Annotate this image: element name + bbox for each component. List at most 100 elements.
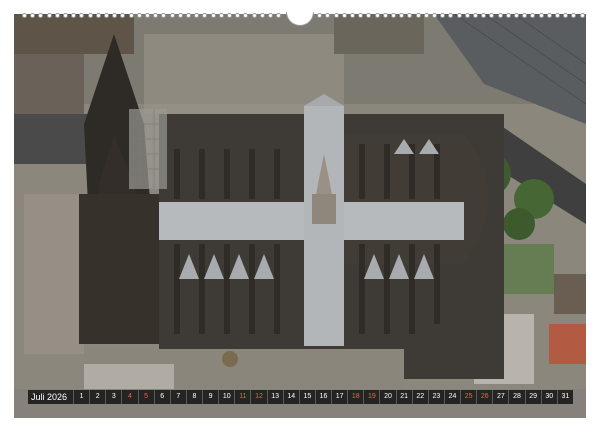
spiral-hole: [489, 13, 495, 18]
spiral-hole: [391, 13, 396, 18]
spiral-hole: [218, 13, 224, 18]
day-strip: 1 2 3 4 5 6 7 8 9 10 11 12 13 14 15 16 17 18 19 20 21 22 23 24 2…: [73, 390, 573, 404]
spiral-hole: [514, 13, 519, 18]
spiral-hole: [194, 13, 200, 18]
spiral-hole: [169, 13, 175, 18]
spiral-hole: [374, 13, 380, 18]
spiral-hole: [333, 13, 339, 18]
cathedral-aerial-image: [14, 14, 586, 418]
day-cell: 3: [105, 390, 121, 404]
spiral-hole: [571, 13, 577, 18]
spiral-hole: [440, 13, 446, 18]
spiral-hole: [251, 13, 257, 18]
spiral-hole: [22, 13, 27, 18]
day-cell: 8: [185, 390, 202, 404]
day-cell: 25: [460, 390, 476, 404]
spiral-hole: [382, 13, 388, 18]
spiral-hole: [202, 13, 208, 18]
spiral-hole: [432, 13, 437, 18]
day-cell: 4: [121, 390, 137, 404]
spiral-hole: [407, 13, 413, 18]
spiral-hole: [136, 13, 142, 18]
spiral-hole: [186, 13, 191, 18]
spiral-hole: [120, 13, 126, 18]
day-cell: 16: [314, 390, 331, 404]
spiral-hole: [415, 13, 421, 18]
spiral-hole: [448, 13, 454, 18]
spiral-hole: [325, 13, 331, 18]
spiral-hole: [546, 13, 552, 18]
spiral-hole: [341, 13, 347, 18]
spiral-hole: [317, 13, 323, 18]
spiral-hole: [104, 13, 109, 18]
day-cell: 21: [395, 390, 412, 404]
day-cell: 27: [492, 390, 508, 404]
day-cell: 1: [73, 390, 89, 404]
spiral-hole: [497, 13, 503, 18]
day-cell: 7: [169, 390, 186, 404]
day-cell: 24: [443, 390, 460, 404]
spiral-hole: [38, 13, 44, 18]
day-cell: 17: [331, 390, 347, 404]
spiral-hole: [563, 13, 569, 18]
day-cell: 23: [427, 390, 444, 404]
spiral-hole: [366, 13, 372, 18]
day-cell: 28: [508, 390, 524, 404]
day-cell: 9: [202, 390, 218, 404]
spiral-hole: [350, 13, 355, 18]
spiral-hole: [259, 13, 265, 18]
spiral-hole: [464, 13, 470, 18]
day-cell: 10: [218, 390, 234, 404]
day-cell: 2: [89, 390, 105, 404]
day-cell: 18: [347, 390, 363, 404]
spiral-hole: [63, 13, 68, 18]
spiral-hole: [153, 13, 159, 18]
spiral-hole: [235, 13, 241, 18]
spiral-hole: [358, 13, 364, 18]
day-cell: 14: [282, 390, 299, 404]
day-cell: 12: [250, 390, 266, 404]
day-cell: 15: [298, 390, 315, 404]
day-cell: 20: [379, 390, 395, 404]
spiral-hole: [161, 13, 167, 18]
spiral-hole: [522, 13, 528, 18]
spiral-hole: [473, 13, 478, 18]
spiral-hole: [145, 13, 150, 18]
day-cell: 26: [476, 390, 492, 404]
spiral-hole: [30, 13, 36, 18]
month-label: Juli 2026: [31, 392, 68, 402]
day-cell: 6: [153, 390, 170, 404]
spiral-hole: [54, 13, 60, 18]
day-cell: 5: [137, 390, 154, 404]
spiral-hole: [481, 13, 487, 18]
spiral-hole: [243, 13, 249, 18]
day-cell: 31: [556, 390, 573, 404]
spiral-hole: [423, 13, 429, 18]
spiral-hole: [399, 13, 405, 18]
day-cell: 29: [524, 390, 541, 404]
spiral-hole: [530, 13, 536, 18]
spiral-hole: [95, 13, 101, 18]
day-cell: 19: [363, 390, 379, 404]
spiral-hole: [210, 13, 216, 18]
day-cell: 11: [234, 390, 250, 404]
spiral-hole: [276, 13, 282, 18]
spiral-hole: [555, 13, 560, 18]
calendar-photo: [14, 14, 586, 418]
spiral-hole: [227, 13, 232, 18]
spiral-hole: [456, 13, 462, 18]
spiral-hole: [87, 13, 93, 18]
spiral-hole: [177, 13, 183, 18]
spiral-hole: [112, 13, 118, 18]
spiral-hole: [128, 13, 134, 18]
spiral-hole: [268, 13, 273, 18]
spiral-hole: [46, 13, 52, 18]
day-cell: 30: [540, 390, 557, 404]
day-cell: 22: [411, 390, 428, 404]
spiral-hole: [505, 13, 511, 18]
spiral-hole: [579, 13, 585, 18]
spiral-hole: [79, 13, 85, 18]
spiral-hole: [71, 13, 77, 18]
month-bar: Juli 2026 1 2 3 4 5 6 7 8 9 10 11 12 13 14 15 16 17 18 19 2…: [28, 390, 573, 404]
day-cell: 13: [266, 390, 283, 404]
